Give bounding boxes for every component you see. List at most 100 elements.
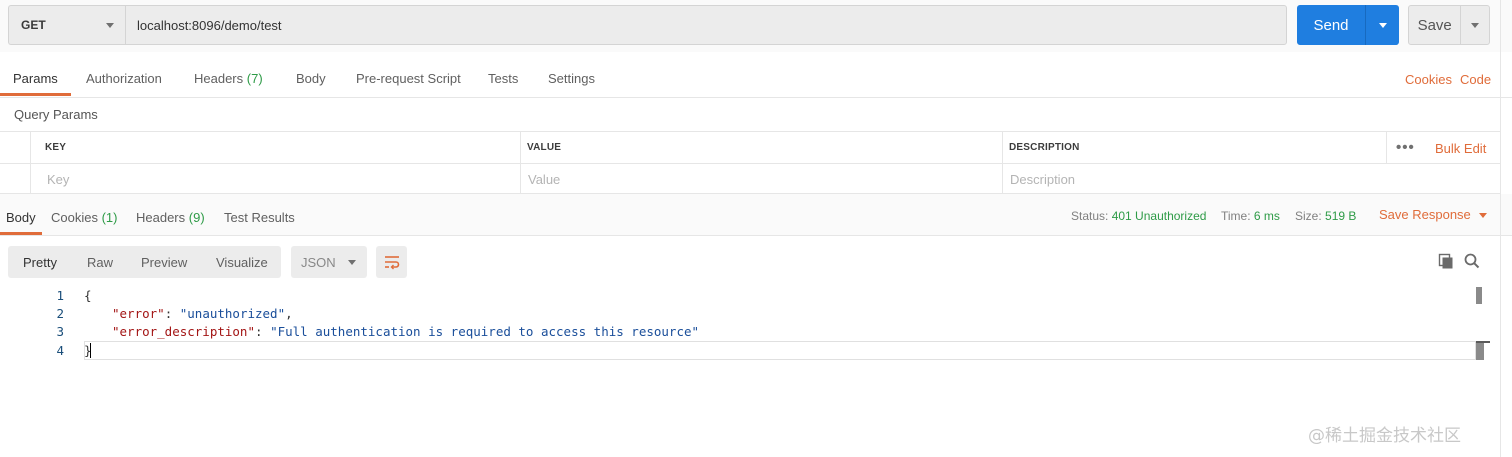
column-header-description: DESCRIPTION xyxy=(1009,142,1080,153)
size-label: Size: xyxy=(1295,209,1322,223)
copy-button[interactable] xyxy=(1436,251,1456,271)
url-input[interactable]: localhost:8096/demo/test xyxy=(125,5,1287,45)
active-tab-indicator xyxy=(0,232,42,235)
url-text: localhost:8096/demo/test xyxy=(137,17,282,33)
params-table: KEY VALUE DESCRIPTION ••• Bulk Edit Key … xyxy=(0,131,1500,194)
cookies-link[interactable]: Cookies xyxy=(1405,72,1452,87)
tab-label: Headers xyxy=(136,210,186,225)
view-label: Raw xyxy=(87,254,114,270)
tab-headers[interactable]: Headers (7) xyxy=(194,71,263,86)
column-header-value: VALUE xyxy=(527,142,562,153)
status-value[interactable]: 401 Unauthorized xyxy=(1112,209,1207,223)
json-key: "error" xyxy=(112,306,165,321)
tab-pre-request-script[interactable]: Pre-request Script xyxy=(356,71,461,86)
view-mode-group: Pretty Raw Preview Visualize xyxy=(8,246,281,278)
json-comma: , xyxy=(285,306,293,321)
view-raw-button[interactable]: Raw xyxy=(87,246,113,278)
search-button[interactable] xyxy=(1462,251,1482,271)
code-line: "error": "unauthorized", xyxy=(112,306,293,321)
time-value[interactable]: 6 ms xyxy=(1254,209,1280,223)
view-preview-button[interactable]: Preview xyxy=(141,246,187,278)
tab-label: Params xyxy=(13,71,58,86)
status-label: Status: xyxy=(1071,209,1109,223)
code-line: "error_description": "Full authenticatio… xyxy=(112,324,699,339)
tab-response-cookies[interactable]: Cookies (1) xyxy=(51,210,117,225)
line-number: 2 xyxy=(56,306,64,321)
tab-label: Tests xyxy=(488,71,519,86)
tab-params[interactable]: Params xyxy=(13,71,58,86)
method-select[interactable]: GET xyxy=(8,5,126,45)
view-label: Visualize xyxy=(216,254,268,270)
tab-label: Body xyxy=(296,71,326,86)
more-options-icon[interactable]: ••• xyxy=(1396,139,1415,156)
view-pretty-button[interactable]: Pretty xyxy=(23,246,57,278)
tab-response-body[interactable]: Body xyxy=(6,210,36,225)
tab-settings[interactable]: Settings xyxy=(548,71,595,86)
watermark: @稀土掘金技术社区 xyxy=(1308,426,1461,446)
save-label: Save xyxy=(1417,16,1452,34)
size-info: Size: 519 B xyxy=(1295,209,1356,223)
json-value: "Full authentication is required to acce… xyxy=(270,324,700,339)
chevron-down-icon xyxy=(1478,213,1487,219)
tab-label: Cookies xyxy=(51,210,98,225)
bulk-edit-link[interactable]: Bulk Edit xyxy=(1435,141,1486,156)
tab-authorization[interactable]: Authorization xyxy=(86,71,162,86)
column-divider xyxy=(1386,132,1387,163)
chevron-down-icon xyxy=(106,23,114,28)
view-visualize-button[interactable]: Visualize xyxy=(216,246,268,278)
json-key: "error_description" xyxy=(112,324,255,339)
view-label: Preview xyxy=(141,254,188,270)
scrollbar-thumb[interactable] xyxy=(1476,287,1482,304)
scrollbar-marker xyxy=(1476,341,1484,360)
column-header-key: KEY xyxy=(45,142,67,153)
tab-tests[interactable]: Tests xyxy=(488,71,518,86)
view-label: Pretty xyxy=(23,254,57,270)
send-options-button[interactable] xyxy=(1365,5,1399,45)
copy-icon xyxy=(1438,253,1453,269)
chevron-down-icon xyxy=(348,260,356,265)
json-separator: : xyxy=(255,324,271,339)
code-line: { xyxy=(84,288,92,303)
wrap-lines-button[interactable] xyxy=(376,246,407,278)
chevron-down-icon xyxy=(1378,22,1387,28)
format-select[interactable]: JSON xyxy=(291,246,367,278)
tab-count: (9) xyxy=(188,210,205,225)
size-value[interactable]: 519 B xyxy=(1325,209,1356,223)
time-label: Time: xyxy=(1221,209,1251,223)
response-body-editor[interactable]: 1 2 3 4 { "error": "unauthorized", "erro… xyxy=(0,286,1500,366)
request-tabs: Params Authorization Headers (7) Body Pr… xyxy=(0,59,1512,98)
search-icon xyxy=(1464,253,1480,269)
query-params-title: Query Params xyxy=(14,107,98,122)
request-bar: GET localhost:8096/demo/test Send Save xyxy=(0,0,1512,52)
tab-response-headers[interactable]: Headers (9) xyxy=(136,210,205,225)
json-value: "unauthorized" xyxy=(179,306,286,321)
method-label: GET xyxy=(21,18,46,32)
scrollbar-marker-line xyxy=(1476,341,1490,343)
save-button[interactable]: Save xyxy=(1408,5,1490,45)
tab-label: Settings xyxy=(548,71,595,86)
description-input[interactable]: Description xyxy=(1010,172,1075,187)
active-tab-indicator xyxy=(0,93,71,96)
tab-body[interactable]: Body xyxy=(296,71,326,86)
code-link[interactable]: Code xyxy=(1460,72,1491,87)
save-response-label: Save Response xyxy=(1379,207,1471,222)
chevron-down-icon xyxy=(1471,22,1480,28)
tab-label: Headers xyxy=(194,71,244,86)
status-info: Status: 401 Unauthorized xyxy=(1071,209,1206,223)
format-label: JSON xyxy=(301,254,336,270)
wrap-lines-icon xyxy=(384,256,399,270)
send-label: Send xyxy=(1313,16,1349,34)
line-number: 3 xyxy=(56,324,64,339)
send-button[interactable]: Send xyxy=(1297,5,1399,45)
text-cursor xyxy=(90,343,91,358)
tab-count: (1) xyxy=(101,210,118,225)
tab-label: Test Results xyxy=(224,210,295,225)
line-number: 4 xyxy=(56,343,64,358)
save-response-button[interactable]: Save Response xyxy=(1379,207,1487,222)
value-input[interactable]: Value xyxy=(528,172,560,187)
tab-test-results[interactable]: Test Results xyxy=(224,210,295,225)
time-info: Time: 6 ms xyxy=(1221,209,1280,223)
save-options-button[interactable] xyxy=(1460,6,1489,44)
key-input[interactable]: Key xyxy=(47,172,69,187)
json-separator: : xyxy=(164,306,180,321)
